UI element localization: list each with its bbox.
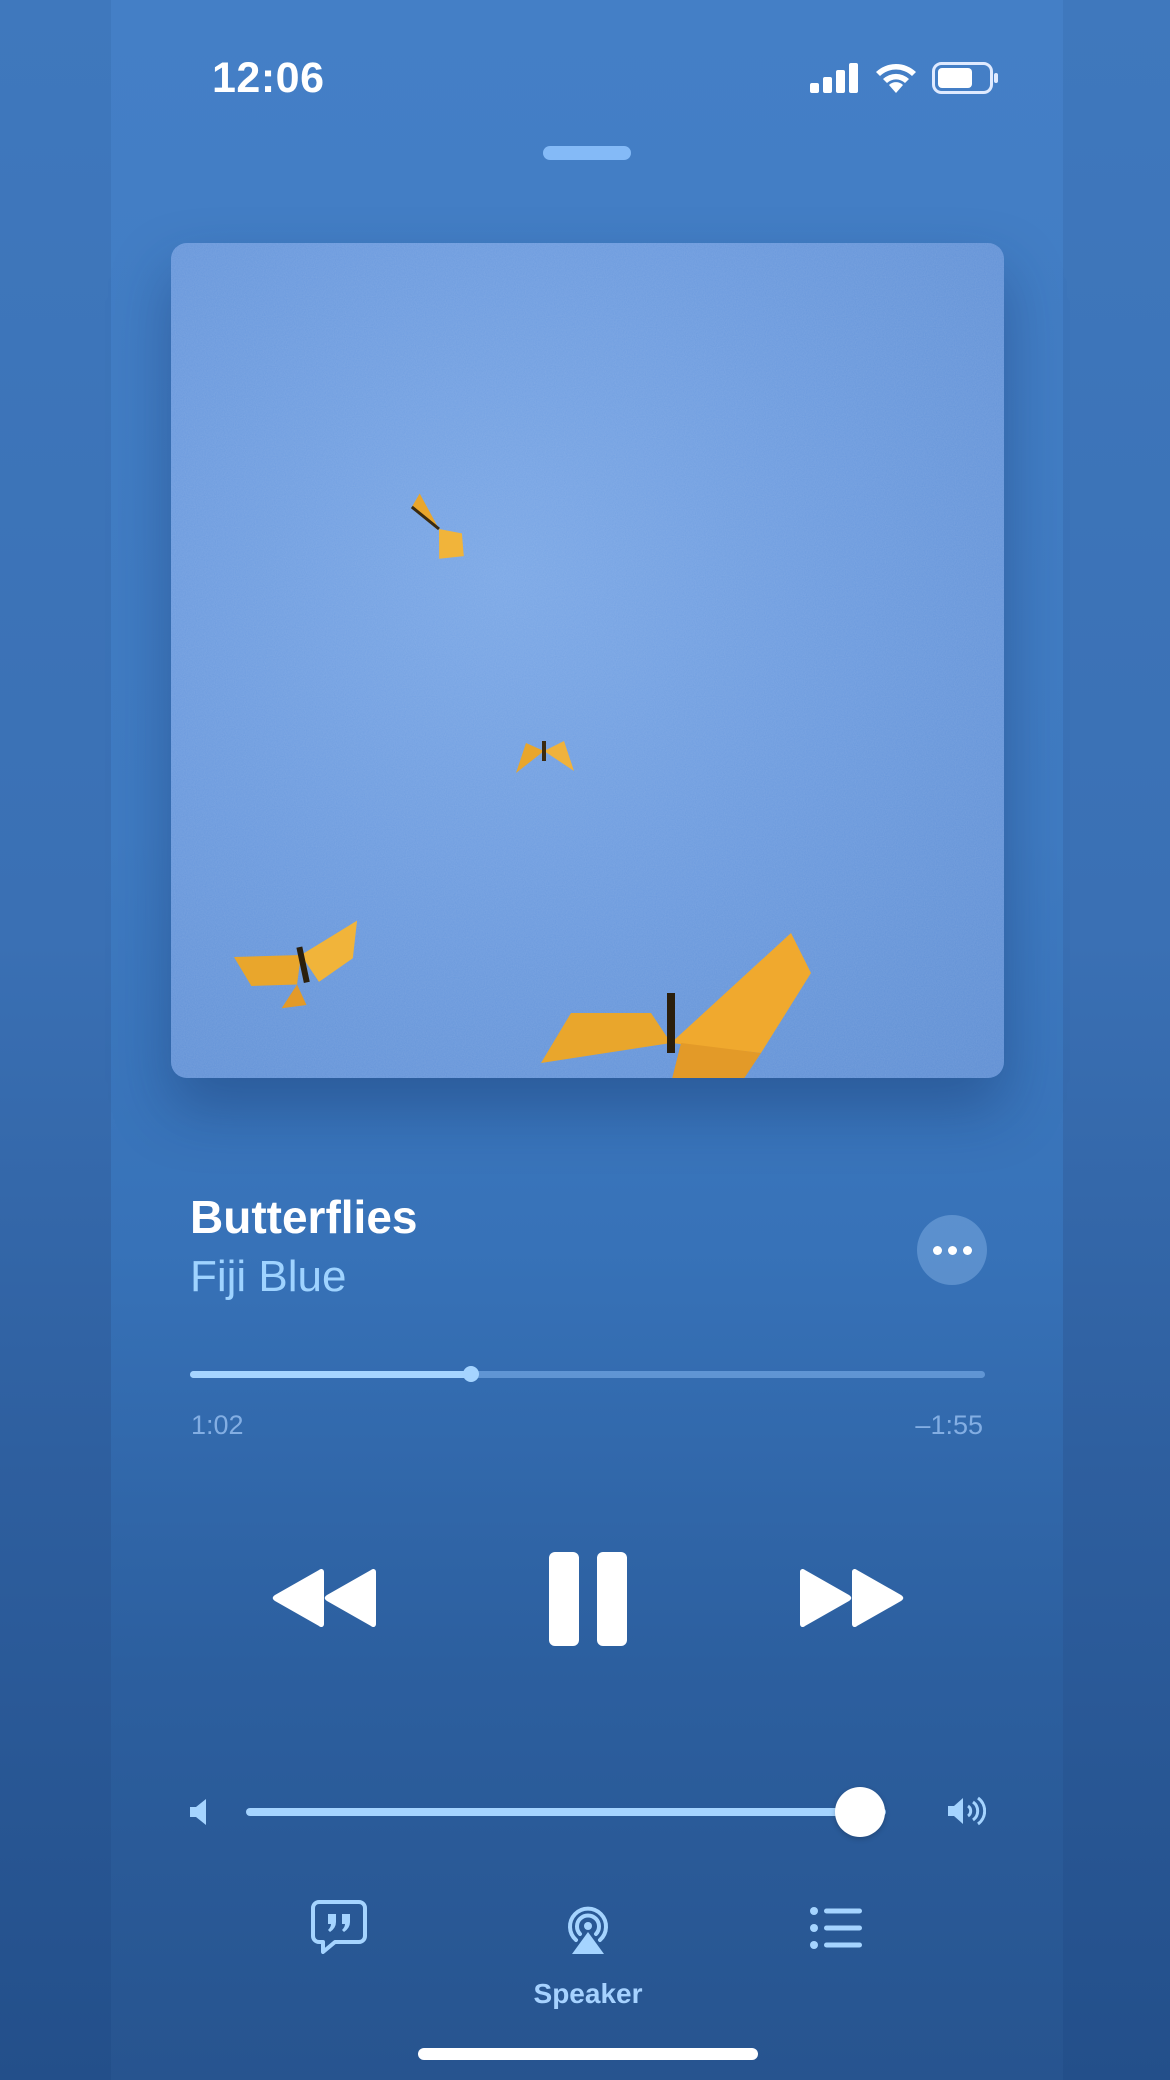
playback-scrubber[interactable] bbox=[190, 1366, 985, 1382]
elapsed-time: 1:02 bbox=[191, 1410, 244, 1440]
wifi-icon bbox=[876, 64, 916, 93]
volume-slider[interactable] bbox=[246, 1787, 886, 1837]
album-artwork bbox=[171, 243, 1004, 1078]
airplay-audio-icon[interactable] bbox=[560, 1900, 616, 1956]
volume-low-icon bbox=[190, 1799, 206, 1825]
lyrics-icon[interactable] bbox=[311, 1900, 367, 1954]
fast-forward-icon[interactable] bbox=[798, 1568, 904, 1628]
status-time: 12:06 bbox=[212, 54, 325, 102]
home-indicator[interactable] bbox=[418, 2048, 758, 2060]
more-dot bbox=[932, 1245, 942, 1255]
more-dot bbox=[962, 1245, 972, 1255]
track-artist[interactable]: Fiji Blue bbox=[190, 1252, 347, 1302]
volume-high-icon bbox=[948, 1796, 986, 1826]
more-options-button[interactable] bbox=[917, 1215, 987, 1285]
sheet-grabber[interactable] bbox=[543, 146, 631, 160]
playback-progress-fill bbox=[190, 1371, 472, 1378]
queue-list-icon[interactable] bbox=[810, 1907, 862, 1949]
signal-icon bbox=[810, 63, 858, 93]
butterflies-artwork bbox=[171, 243, 1004, 1078]
airplay-label[interactable]: Speaker bbox=[513, 1978, 663, 2010]
status-icons bbox=[810, 62, 1000, 94]
pause-icon[interactable] bbox=[549, 1552, 627, 1646]
battery-icon bbox=[932, 62, 998, 94]
more-dot bbox=[947, 1245, 957, 1255]
rewind-icon[interactable] bbox=[272, 1568, 378, 1628]
remaining-time: –1:55 bbox=[915, 1410, 983, 1440]
track-title[interactable]: Butterflies bbox=[190, 1190, 417, 1244]
